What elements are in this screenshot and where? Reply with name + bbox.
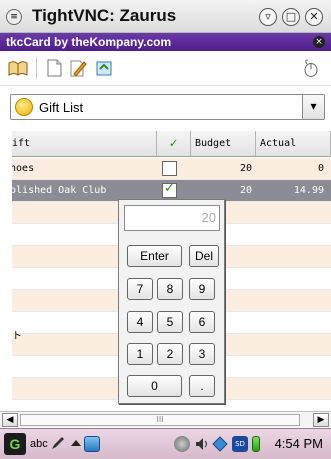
- key-decimal[interactable]: .: [189, 375, 215, 397]
- table-row[interactable]: Shoes 200: [12, 158, 331, 180]
- chevron-down-icon[interactable]: ▾: [302, 95, 324, 119]
- gift-cell[interactable]: Shoes: [12, 158, 154, 180]
- arrow-up-icon[interactable]: [70, 437, 82, 449]
- column-header-check[interactable]: ✓: [157, 131, 191, 157]
- purchased-checkbox[interactable]: [162, 161, 177, 176]
- category-row: Gift List ▾: [0, 85, 331, 127]
- taskbar: G abc SD 4:54 PM: [0, 428, 331, 459]
- actual-cell[interactable]: [256, 290, 328, 312]
- scroll-right-icon[interactable]: ▶: [313, 413, 329, 427]
- row-fragment-text: ト: [12, 331, 22, 342]
- app-close-icon[interactable]: ×: [313, 36, 325, 48]
- start-menu-icon[interactable]: G: [4, 433, 26, 455]
- actual-cell[interactable]: [256, 400, 328, 411]
- table-header: Gift ✓ Budget Actual: [12, 131, 331, 157]
- column-header-gift[interactable]: Gift: [12, 131, 157, 157]
- key-1[interactable]: 1: [127, 343, 153, 365]
- actual-cell[interactable]: [256, 378, 328, 400]
- edit-pencil-icon[interactable]: [68, 59, 88, 77]
- key-2[interactable]: 2: [157, 343, 183, 365]
- column-header-budget[interactable]: Budget: [191, 131, 256, 157]
- import-icon[interactable]: [94, 59, 114, 77]
- actual-cell[interactable]: 0: [256, 158, 328, 180]
- sd-card-icon[interactable]: SD: [232, 436, 248, 452]
- scroll-left-icon[interactable]: ◀: [2, 413, 18, 427]
- key-5[interactable]: 5: [157, 311, 183, 333]
- app-title: tkcCard by theKompany.com: [6, 35, 172, 49]
- mouse-icon[interactable]: [300, 59, 320, 77]
- actual-cell[interactable]: [256, 356, 328, 378]
- key-6[interactable]: 6: [189, 311, 215, 333]
- key-7[interactable]: 7: [127, 278, 153, 300]
- number-keypad-popup: 20 Enter Del 789 456 1230.: [118, 199, 225, 404]
- keypad-display[interactable]: 20: [124, 205, 220, 231]
- actual-cell[interactable]: 14.99: [256, 180, 328, 202]
- horizontal-scrollbar[interactable]: ◀ III ▶: [0, 411, 331, 427]
- category-select[interactable]: Gift List ▾: [10, 94, 325, 120]
- toolbar-separator: [36, 57, 37, 79]
- scrollbar-thumb[interactable]: III: [20, 414, 300, 426]
- maximize-icon[interactable]: □: [282, 8, 300, 26]
- actual-cell[interactable]: [256, 224, 328, 246]
- enter-button[interactable]: Enter: [127, 245, 182, 267]
- smiley-icon: [15, 98, 33, 116]
- new-document-icon[interactable]: [44, 59, 64, 77]
- actual-cell[interactable]: [256, 268, 328, 290]
- window-title: TightVNC: Zaurus: [32, 6, 177, 25]
- budget-cell[interactable]: 20: [191, 158, 256, 180]
- column-header-actual[interactable]: Actual: [256, 131, 331, 157]
- vnc-title-bar: ≡ TightVNC: Zaurus ▿ □ ✕: [0, 0, 331, 33]
- actual-cell[interactable]: [256, 312, 328, 334]
- close-icon[interactable]: ✕: [305, 8, 323, 26]
- actual-cell[interactable]: [256, 246, 328, 268]
- category-label: Gift List: [39, 100, 84, 115]
- key-3[interactable]: 3: [189, 343, 215, 365]
- open-book-icon[interactable]: [8, 59, 28, 77]
- menu-icon[interactable]: ≡: [6, 9, 22, 25]
- battery-icon[interactable]: [252, 436, 260, 452]
- purchased-checkbox[interactable]: [162, 181, 177, 198]
- key-8[interactable]: 8: [157, 278, 183, 300]
- actual-cell[interactable]: [256, 202, 328, 224]
- app-window-icon[interactable]: [84, 436, 100, 452]
- pencil-icon[interactable]: [50, 435, 66, 451]
- clock[interactable]: 4:54 PM: [275, 436, 323, 451]
- network-icon[interactable]: [212, 436, 228, 452]
- actual-cell[interactable]: [256, 334, 328, 356]
- key-0[interactable]: 0: [127, 375, 182, 397]
- speaker-icon[interactable]: [194, 436, 210, 452]
- key-4[interactable]: 4: [127, 311, 153, 333]
- minimize-icon[interactable]: ▿: [259, 8, 277, 26]
- toolbar: [0, 51, 331, 85]
- input-method-label[interactable]: abc: [30, 438, 48, 450]
- key-9[interactable]: 9: [189, 278, 215, 300]
- app-title-bar: tkcCard by theKompany.com ×: [0, 33, 331, 51]
- gears-icon[interactable]: [174, 436, 190, 452]
- del-button[interactable]: Del: [189, 245, 219, 267]
